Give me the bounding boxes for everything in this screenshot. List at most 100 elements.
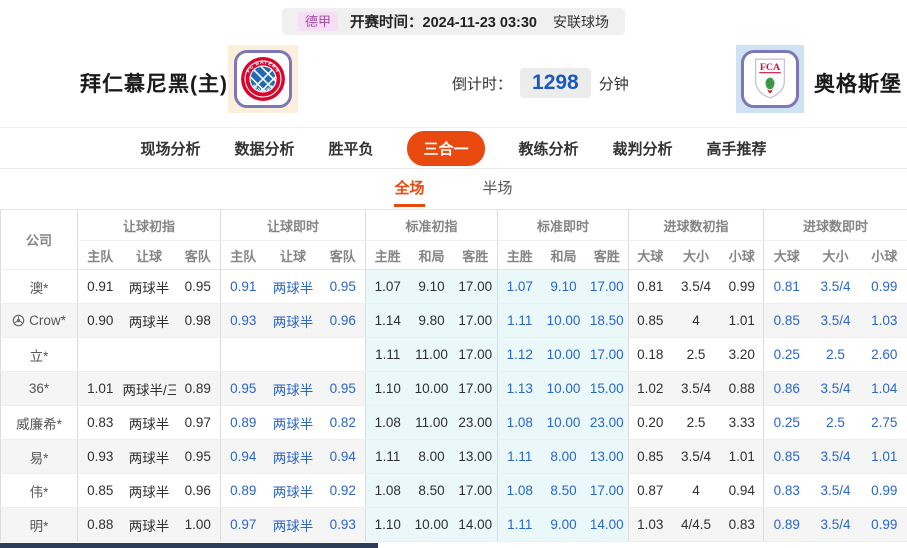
tab-three-in-one[interactable]: 三合一 <box>407 130 485 166</box>
subtab-half-match[interactable]: 半场 <box>483 177 513 207</box>
tab-referee-analysis[interactable]: 裁判分析 <box>613 138 673 159</box>
odds-cell-standard-live: 8.00 <box>541 439 586 474</box>
odds-cell-standard-live: 1.07 <box>497 269 542 304</box>
tab-live-analysis[interactable]: 现场分析 <box>140 138 200 159</box>
col-sub-goals-initial-1: 大小 <box>671 240 721 270</box>
odds-cell-goals-live: 3.5/4 <box>809 371 862 406</box>
odds-cell-standard-live: 9.00 <box>541 507 586 542</box>
odds-table-body: 澳* 0.91 两球半 0.95 0.91 两球半 0.95 1.07 9.10 17.00 1.0… <box>0 269 907 542</box>
col-group-standard-initial: 标准初指 <box>365 209 498 241</box>
odds-cell-standard-live: 1.11 <box>497 507 542 542</box>
odds-cell-handicap-initial: 0.96 <box>175 473 221 508</box>
odds-cell-handicap-live: 0.92 <box>320 473 366 508</box>
col-sub-standard-initial-1: 和局 <box>409 240 454 270</box>
odds-cell-goals-live: 0.86 <box>763 371 810 406</box>
fca-crest-icon: FCA <box>754 58 786 99</box>
odds-cell-goals-initial: 1.01 <box>720 439 764 474</box>
odds-cell-standard-initial: 17.00 <box>453 473 498 508</box>
countdown-unit: 分钟 <box>598 75 629 93</box>
odds-cell-goals-live: 2.5 <box>809 405 862 440</box>
odds-table-head: 公司 让球初指 让球即时 标准初指 标准即时 进球数初指 进球数即时 主队 让球 客队 主队 让球 客队… <box>0 209 907 270</box>
odds-cell-goals-live: 2.75 <box>861 405 907 440</box>
odds-cell-goals-initial: 0.83 <box>720 507 764 542</box>
odds-cell-standard-initial: 1.11 <box>365 337 410 372</box>
odds-cell-goals-live: 0.89 <box>763 507 810 542</box>
odds-cell-standard-live: 18.50 <box>585 303 629 338</box>
odds-cell-goals-live: 3.5/4 <box>809 303 862 338</box>
table-row: 立* 1.11 11.00 17.00 1.12 10.00 17.00 0.18 2.5 3.2… <box>0 337 907 372</box>
col-sub-standard-live-2: 客胜 <box>585 240 629 270</box>
odds-cell-goals-initial: 3.5/4 <box>671 269 721 304</box>
odds-cell-goals-initial: 3.20 <box>720 337 764 372</box>
odds-cell-standard-live: 23.00 <box>585 405 629 440</box>
odds-cell-handicap-live <box>220 337 266 372</box>
odds-cell-standard-initial: 17.00 <box>453 303 498 338</box>
company-cell: 立* <box>0 337 78 372</box>
league-badge[interactable]: 德甲 <box>297 11 338 32</box>
odds-cell-standard-initial: 17.00 <box>453 269 498 304</box>
company-cell: 威廉希* <box>0 405 78 440</box>
odds-cell-handicap-initial <box>175 337 221 372</box>
odds-cell-handicap-live: 0.95 <box>320 371 366 406</box>
col-sub-goals-live-2: 小球 <box>861 240 907 270</box>
odds-cell-standard-initial: 17.00 <box>453 337 498 372</box>
odds-cell-handicap-live: 两球半 <box>265 371 321 406</box>
away-team-logo-tile: FCA <box>736 45 804 113</box>
odds-cell-standard-live: 14.00 <box>585 507 629 542</box>
tab-data-analysis[interactable]: 数据分析 <box>234 138 294 159</box>
company-cell: 36* <box>0 371 78 406</box>
odds-cell-handicap-live: 0.96 <box>320 303 366 338</box>
odds-cell-standard-live: 10.00 <box>541 303 586 338</box>
odds-cell-goals-live: 3.5/4 <box>809 507 862 542</box>
col-sub-standard-initial-2: 客胜 <box>453 240 498 270</box>
odds-cell-goals-live: 0.85 <box>763 303 810 338</box>
odds-cell-standard-live: 9.10 <box>541 269 586 304</box>
col-sub-goals-live-1: 大小 <box>809 240 862 270</box>
odds-cell-standard-initial: 1.10 <box>365 507 410 542</box>
odds-cell-standard-initial: 9.80 <box>409 303 454 338</box>
odds-cell-handicap-live: 0.97 <box>220 507 266 542</box>
odds-cell-goals-initial: 3.33 <box>720 405 764 440</box>
subtab-full-match[interactable]: 全场 <box>394 177 425 207</box>
odds-cell-standard-live: 1.08 <box>497 405 542 440</box>
company-cell: Crow* <box>0 303 78 338</box>
col-sub-handicap-live-0: 主队 <box>220 240 266 270</box>
odds-cell-handicap-live: 0.89 <box>220 405 266 440</box>
odds-cell-goals-initial: 4/4.5 <box>671 507 721 542</box>
col-sub-handicap-initial-2: 客队 <box>175 240 221 270</box>
odds-cell-handicap-live: 两球半 <box>265 303 321 338</box>
odds-cell-standard-initial: 8.50 <box>409 473 454 508</box>
main-tabs: 现场分析 数据分析 胜平负 三合一 教练分析 裁判分析 高手推荐 <box>0 127 907 169</box>
tab-expert-picks[interactable]: 高手推荐 <box>707 138 767 159</box>
odds-cell-goals-initial: 1.02 <box>628 371 672 406</box>
soccer-ball-icon <box>12 314 25 327</box>
col-sub-goals-initial-2: 小球 <box>720 240 764 270</box>
odds-cell-handicap-live: 两球半 <box>265 269 321 304</box>
odds-cell-goals-live: 1.03 <box>861 303 907 338</box>
odds-cell-goals-initial: 0.87 <box>628 473 672 508</box>
odds-cell-goals-live: 3.5/4 <box>809 439 862 474</box>
odds-cell-goals-initial: 2.5 <box>671 337 721 372</box>
odds-cell-goals-live: 0.99 <box>861 507 907 542</box>
odds-cell-goals-live: 2.5 <box>809 337 862 372</box>
odds-cell-handicap-live: 0.94 <box>220 439 266 474</box>
company-cell: 易* <box>0 439 78 474</box>
table-row: 明* 0.88 两球半 1.00 0.97 两球半 0.93 1.10 10.00 14.00 1.… <box>0 507 907 542</box>
odds-cell-handicap-initial: 1.01 <box>77 371 123 406</box>
tab-win-draw-loss[interactable]: 胜平负 <box>328 138 373 159</box>
odds-cell-handicap-live: 0.89 <box>220 473 266 508</box>
odds-cell-goals-initial: 0.81 <box>628 269 672 304</box>
odds-cell-standard-live: 17.00 <box>585 337 629 372</box>
away-team-logo: FCA <box>741 50 799 108</box>
odds-cell-handicap-initial: 0.88 <box>77 507 123 542</box>
odds-cell-goals-initial: 0.85 <box>628 439 672 474</box>
odds-cell-handicap-initial: 0.85 <box>77 473 123 508</box>
company-cell: 澳* <box>0 269 78 304</box>
odds-cell-handicap-initial: 0.98 <box>175 303 221 338</box>
team-banner: 拜仁慕尼黑(主) FC BAYERN MÜNCHEN 倒计时： 1298 分钟 … <box>0 39 907 127</box>
tab-coach-analysis[interactable]: 教练分析 <box>519 138 579 159</box>
odds-cell-handicap-initial: 0.89 <box>175 371 221 406</box>
odds-cell-handicap-live: 0.94 <box>320 439 366 474</box>
odds-cell-standard-live: 1.12 <box>497 337 542 372</box>
odds-cell-standard-initial: 1.08 <box>365 473 410 508</box>
